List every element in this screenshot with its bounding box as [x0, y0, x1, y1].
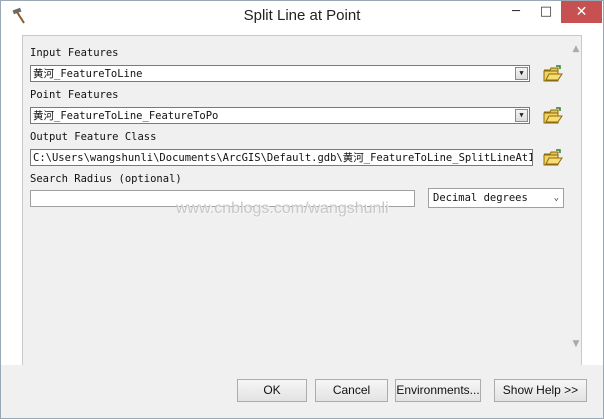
maximize-button[interactable]: □: [531, 1, 561, 23]
search-radius-label: Search Radius (optional): [30, 173, 182, 185]
units-value: Decimal degrees: [433, 192, 528, 204]
search-radius-units-select[interactable]: Decimal degrees ⌄: [428, 188, 564, 208]
button-bar: OK Cancel Environments... Show Help >>: [1, 365, 603, 418]
output-feature-class-browse-button[interactable]: [542, 147, 564, 168]
input-features-label: Input Features: [30, 47, 119, 59]
open-folder-icon: [543, 149, 563, 166]
point-features-value: 黄河_FeatureToLine_FeatureToPo: [33, 110, 219, 122]
close-button[interactable]: ✕: [561, 1, 602, 23]
input-features-browse-button[interactable]: [542, 63, 564, 84]
watermark-text: www.cnblogs.com/wangshunli: [176, 200, 389, 217]
point-features-label: Point Features: [30, 89, 119, 101]
scroll-down-arrow-icon[interactable]: ▼: [572, 339, 580, 349]
chevron-down-icon[interactable]: ▼: [515, 67, 528, 80]
point-features-browse-button[interactable]: [542, 105, 564, 126]
title-bar: Split Line at Point ─ □ ✕: [1, 1, 603, 31]
input-features-value: 黄河_FeatureToLine: [33, 68, 143, 80]
scroll-up-arrow-icon[interactable]: ▲: [572, 44, 580, 54]
input-features-dropdown[interactable]: 黄河_FeatureToLine ▼: [30, 65, 530, 82]
ok-button[interactable]: OK: [237, 379, 307, 402]
minimize-button[interactable]: ─: [501, 1, 531, 23]
output-feature-class-input[interactable]: C:\Users\wangshunli\Documents\ArcGIS\Def…: [30, 149, 533, 166]
open-folder-icon: [543, 65, 563, 82]
cancel-button[interactable]: Cancel: [315, 379, 388, 402]
point-features-dropdown[interactable]: 黄河_FeatureToLine_FeatureToPo ▼: [30, 107, 530, 124]
open-folder-icon: [543, 107, 563, 124]
chevron-down-icon: ⌄: [553, 193, 559, 203]
output-feature-class-label: Output Feature Class: [30, 131, 157, 143]
environments-button[interactable]: Environments...: [395, 379, 481, 402]
chevron-down-icon[interactable]: ▼: [515, 109, 528, 122]
vertical-scrollbar[interactable]: ▲ ▼: [572, 36, 580, 366]
show-help-button[interactable]: Show Help >>: [494, 379, 587, 402]
dialog-window: Split Line at Point ─ □ ✕ Input Features…: [0, 0, 604, 419]
